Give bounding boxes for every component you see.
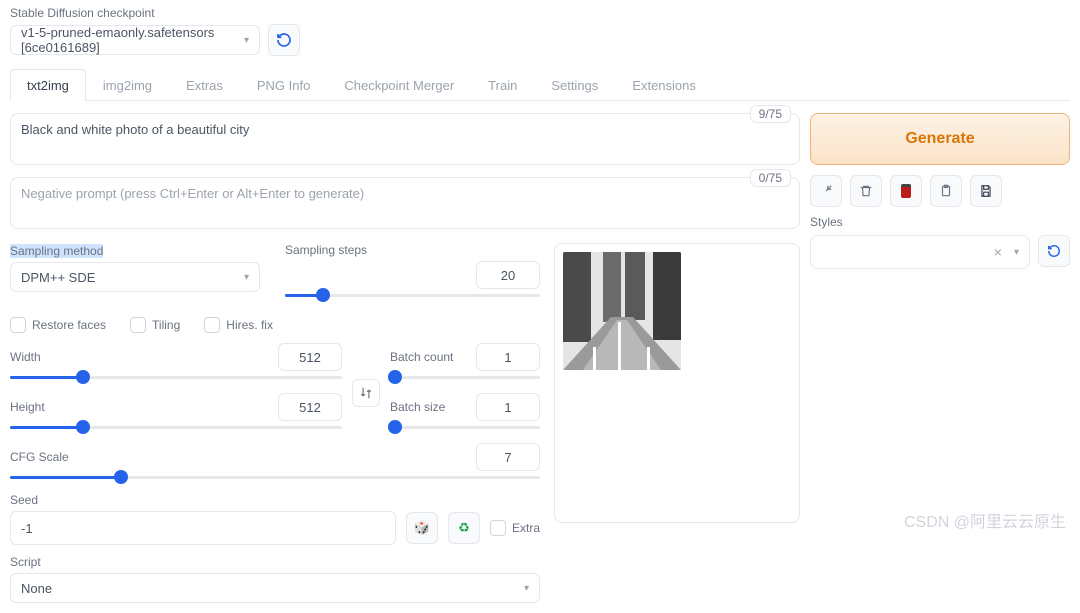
cfg-slider[interactable] xyxy=(10,471,540,483)
sampling-steps-label: Sampling steps xyxy=(285,243,540,257)
width-slider[interactable] xyxy=(10,371,342,383)
main-tabs: txt2img img2img Extras PNG Info Checkpoi… xyxy=(10,68,1070,101)
negative-prompt-input[interactable]: 0/75 Negative prompt (press Ctrl+Enter o… xyxy=(10,177,800,229)
refresh-styles-button[interactable] xyxy=(1038,235,1070,267)
output-gallery[interactable] xyxy=(554,243,800,523)
trash-icon xyxy=(859,184,873,198)
reload-checkpoint-button[interactable] xyxy=(268,24,300,56)
styles-label: Styles xyxy=(810,215,1070,229)
batch-count-label: Batch count xyxy=(390,350,453,364)
height-value[interactable]: 512 xyxy=(278,393,342,421)
clear-styles-icon[interactable]: × xyxy=(994,244,1002,260)
save-style-button[interactable] xyxy=(970,175,1002,207)
swap-icon xyxy=(359,386,373,400)
interrogate-button[interactable] xyxy=(810,175,842,207)
tab-txt2img[interactable]: txt2img xyxy=(10,69,86,101)
batch-size-value[interactable]: 1 xyxy=(476,393,540,421)
dice-icon: 🎲 xyxy=(414,520,430,536)
tab-img2img[interactable]: img2img xyxy=(86,69,169,101)
refresh-icon xyxy=(1047,244,1061,258)
prompt-token-counter: 9/75 xyxy=(750,105,791,123)
cfg-value[interactable]: 7 xyxy=(476,443,540,471)
clear-button[interactable] xyxy=(850,175,882,207)
prompt-input[interactable]: 9/75 Black and white photo of a beautifu… xyxy=(10,113,800,165)
sampling-method-value: DPM++ SDE xyxy=(21,270,95,285)
watermark: CSDN @阿里云云原生 xyxy=(904,508,1066,532)
batch-size-label: Batch size xyxy=(390,400,445,414)
tiling-checkbox[interactable]: Tiling xyxy=(130,317,180,333)
tab-extras[interactable]: Extras xyxy=(169,69,240,101)
card-icon xyxy=(901,184,911,198)
checkpoint-value: v1-5-pruned-emaonly.safetensors [6ce0161… xyxy=(21,25,244,55)
tab-train[interactable]: Train xyxy=(471,69,534,101)
sampling-method-label: Sampling method xyxy=(10,244,103,258)
chevron-down-icon: ▾ xyxy=(1014,247,1019,258)
tab-settings[interactable]: Settings xyxy=(534,69,615,101)
seed-extra-checkbox[interactable]: Extra xyxy=(490,520,540,536)
checkpoint-select[interactable]: v1-5-pruned-emaonly.safetensors [6ce0161… xyxy=(10,25,260,55)
save-icon xyxy=(979,184,993,198)
restore-faces-checkbox[interactable]: Restore faces xyxy=(10,317,106,333)
seed-label: Seed xyxy=(10,493,540,507)
neg-prompt-placeholder: Negative prompt (press Ctrl+Enter or Alt… xyxy=(21,186,364,201)
swap-dimensions-button[interactable] xyxy=(352,379,380,407)
height-label: Height xyxy=(10,400,45,414)
output-image-thumbnail[interactable] xyxy=(563,252,681,370)
styles-select[interactable]: ×▾ xyxy=(810,235,1030,269)
tab-extensions[interactable]: Extensions xyxy=(615,69,713,101)
generate-button[interactable]: Generate xyxy=(810,113,1070,165)
refresh-icon xyxy=(276,32,292,48)
clipboard-icon xyxy=(939,184,953,198)
styles-apply-button[interactable] xyxy=(890,175,922,207)
recycle-icon: ♻ xyxy=(458,520,470,536)
checkpoint-label: Stable Diffusion checkpoint xyxy=(10,6,1070,20)
arrow-in-icon xyxy=(819,184,833,198)
paste-button[interactable] xyxy=(930,175,962,207)
width-label: Width xyxy=(10,350,41,364)
script-select[interactable]: None xyxy=(10,573,540,603)
tab-checkpoint-merger[interactable]: Checkpoint Merger xyxy=(327,69,471,101)
tab-pnginfo[interactable]: PNG Info xyxy=(240,69,327,101)
sampling-steps-value[interactable]: 20 xyxy=(476,261,540,289)
seed-reuse-button[interactable]: ♻ xyxy=(448,512,480,544)
sampling-method-select[interactable]: DPM++ SDE xyxy=(10,262,260,292)
neg-prompt-token-counter: 0/75 xyxy=(750,169,791,187)
script-label: Script xyxy=(10,555,540,569)
batch-count-value[interactable]: 1 xyxy=(476,343,540,371)
prompt-text: Black and white photo of a beautiful cit… xyxy=(21,122,249,137)
sampling-steps-slider[interactable] xyxy=(285,289,540,301)
city-thumbnail-icon xyxy=(563,252,681,370)
hires-fix-checkbox[interactable]: Hires. fix xyxy=(204,317,273,333)
cfg-label: CFG Scale xyxy=(10,450,69,464)
width-value[interactable]: 512 xyxy=(278,343,342,371)
height-slider[interactable] xyxy=(10,421,342,433)
seed-random-button[interactable]: 🎲 xyxy=(406,512,438,544)
batch-size-slider[interactable] xyxy=(390,421,540,433)
batch-count-slider[interactable] xyxy=(390,371,540,383)
